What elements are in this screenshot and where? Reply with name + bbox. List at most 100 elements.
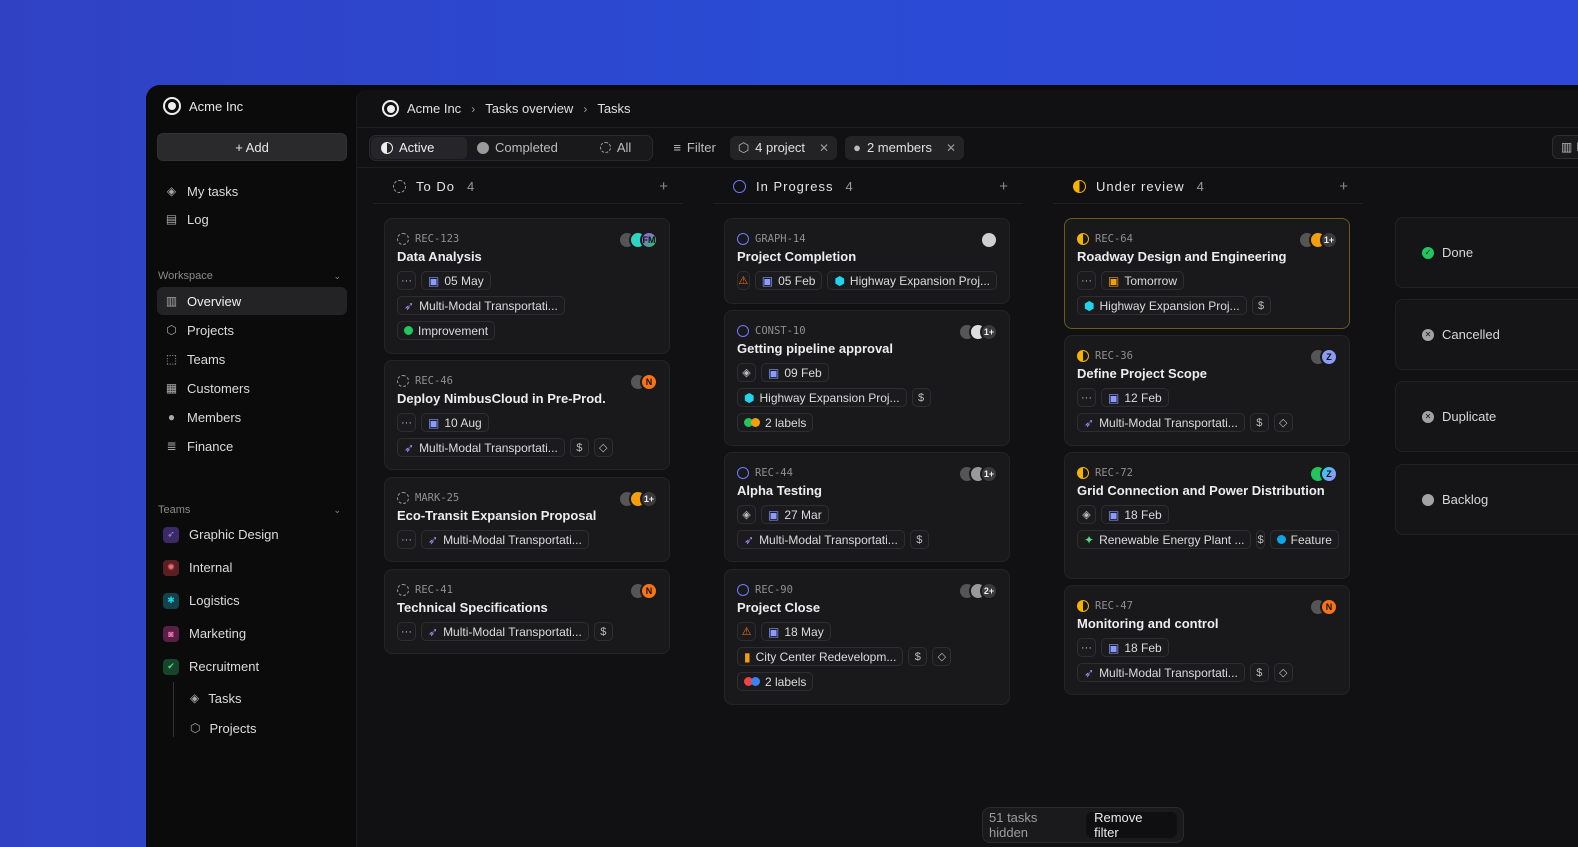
assignees[interactable]: [980, 231, 998, 249]
task-card[interactable]: REC-47 Monitoring and control ··· ▣ 18 Fe…: [1064, 585, 1350, 695]
more-icon[interactable]: ···: [1077, 388, 1096, 407]
nav-members[interactable]: ● Members: [157, 403, 347, 431]
project-tag[interactable]: ⬢ Highway Expansion Proj...: [827, 271, 997, 290]
teams-section-header[interactable]: Teams ⌄: [157, 502, 347, 518]
dollar-icon[interactable]: $: [1251, 296, 1271, 315]
due-date-tag[interactable]: ▣ 27 Mar: [761, 505, 829, 524]
labels-tag[interactable]: 2 labels: [737, 672, 814, 691]
status-column-done[interactable]: ✓ Done: [1395, 217, 1578, 288]
project-tag[interactable]: ➶ Multi-Modal Transportati...: [1077, 413, 1245, 432]
dollar-icon[interactable]: $: [911, 388, 931, 407]
nav-customers[interactable]: ▦ Customers: [157, 374, 347, 402]
due-date-tag[interactable]: ▣ 10 Aug: [421, 413, 489, 432]
close-icon[interactable]: ✕: [946, 141, 956, 155]
project-tag[interactable]: ⬢ Highway Expansion Proj...: [1077, 296, 1247, 315]
more-icon[interactable]: ···: [1077, 638, 1096, 657]
dollar-icon[interactable]: $: [909, 530, 929, 549]
task-card[interactable]: MARK-25 Eco-Transit Expansion Proposal ·…: [384, 477, 670, 562]
due-date-tag[interactable]: ▣ 18 Feb: [1101, 638, 1169, 657]
team-marketing[interactable]: ◙ Marketing: [157, 617, 346, 650]
breadcrumb-tasks-overview[interactable]: Tasks overview: [485, 101, 573, 116]
dollar-icon[interactable]: $: [1249, 413, 1269, 432]
task-card[interactable]: REC-36 Define Project Scope ··· ▣ 12 Feb …: [1064, 335, 1350, 446]
project-tag[interactable]: ➶ Multi-Modal Transportati...: [421, 622, 589, 641]
dollar-icon[interactable]: $: [1249, 663, 1269, 682]
filter-chip-members[interactable]: ● 2 members ✕: [845, 135, 965, 160]
add-button[interactable]: + Add: [157, 133, 347, 161]
link-icon[interactable]: ◇: [1273, 663, 1293, 682]
warning-icon[interactable]: ⚠: [737, 271, 750, 290]
assignees[interactable]: 2+: [958, 582, 998, 600]
add-icon[interactable]: +: [999, 178, 1009, 195]
project-tag[interactable]: ➶ Multi-Modal Transportati...: [421, 530, 589, 549]
dollar-icon[interactable]: $: [1256, 530, 1265, 549]
dollar-icon[interactable]: $: [593, 622, 613, 641]
breadcrumb-tasks[interactable]: Tasks: [597, 101, 630, 116]
add-icon[interactable]: +: [659, 178, 669, 195]
due-date-tag[interactable]: ▣ 18 May: [761, 622, 831, 641]
due-date-tag[interactable]: ▣ 05 May: [421, 271, 491, 290]
task-card[interactable]: REC-90 Project Close ⚠ ▣ 18 May ▮ City Cen…: [724, 569, 1010, 705]
nav-my-tasks[interactable]: ◈ My tasks: [157, 177, 347, 205]
warning-icon[interactable]: ⚠: [737, 622, 756, 641]
project-tag[interactable]: ✦ Renewable Energy Plant ...: [1077, 530, 1252, 549]
label-tag[interactable]: Feature: [1269, 530, 1339, 549]
assignees[interactable]: 1+: [958, 323, 998, 341]
task-card[interactable]: GRAPH-14 Project Completion ⚠ ▣ 05 Feb ⬢ H…: [724, 218, 1010, 304]
remove-filter-button[interactable]: Remove filter: [1086, 810, 1177, 840]
workspace-section-header[interactable]: Workspace ⌄: [157, 268, 347, 284]
due-date-tag[interactable]: ▣ 05 Feb: [754, 271, 823, 290]
assignees[interactable]: Z: [1309, 348, 1338, 366]
project-tag[interactable]: ➶ Multi-Modal Transportati...: [397, 438, 565, 457]
nav-projects[interactable]: ⬡ Projects: [157, 316, 347, 344]
due-date-tag[interactable]: ▣ 18 Feb: [1101, 505, 1169, 524]
label-tag[interactable]: Improvement: [397, 321, 496, 340]
tab-active[interactable]: Active: [371, 136, 467, 159]
filter-chip-project[interactable]: ⬡ 4 project ✕: [729, 135, 838, 160]
dollar-icon[interactable]: $: [569, 438, 589, 457]
project-tag[interactable]: ⬢ Highway Expansion Proj...: [737, 388, 907, 407]
due-date-tag[interactable]: ▣ 12 Feb: [1101, 388, 1169, 407]
nav-log[interactable]: ▤ Log: [157, 205, 347, 233]
project-tag[interactable]: ▮ City Center Redevelopm...: [737, 647, 904, 666]
close-icon[interactable]: ✕: [819, 141, 829, 155]
link-icon[interactable]: ◇: [1273, 413, 1293, 432]
labels-tag[interactable]: 2 labels: [737, 413, 814, 432]
assignees[interactable]: N: [629, 582, 658, 600]
recruitment-projects[interactable]: ⬡ Projects: [157, 713, 346, 743]
link-icon[interactable]: ◇: [932, 647, 952, 666]
nav-finance[interactable]: ≣ Finance: [157, 432, 347, 460]
add-icon[interactable]: +: [1339, 178, 1349, 195]
assignees[interactable]: 1+: [958, 465, 998, 483]
task-card[interactable]: CONST-10 Getting pipeline approval ◈ ▣ 09…: [724, 310, 1010, 446]
nav-overview[interactable]: ▥ Overview: [157, 287, 347, 315]
task-card-selected[interactable]: REC-64 Roadway Design and Engineering ··…: [1064, 218, 1350, 329]
assignees[interactable]: 1+: [618, 490, 658, 508]
assignees[interactable]: N: [629, 373, 658, 391]
link-icon[interactable]: ◇: [593, 438, 613, 457]
task-card[interactable]: REC-41 Technical Specifications ··· ➶ Mul…: [384, 569, 670, 654]
task-card[interactable]: REC-123 Data Analysis ··· ▣ 05 May ➶ Multi…: [384, 218, 670, 354]
layers-icon[interactable]: ◈: [1077, 505, 1096, 524]
more-icon[interactable]: ···: [397, 413, 416, 432]
layers-icon[interactable]: ◈: [737, 363, 756, 382]
nav-teams[interactable]: ⬚ Teams: [157, 345, 347, 373]
breadcrumb-root[interactable]: Acme Inc: [407, 101, 461, 116]
assignees[interactable]: FM: [618, 231, 658, 249]
more-icon[interactable]: ···: [1077, 271, 1096, 290]
team-internal[interactable]: ✺ Internal: [157, 551, 346, 584]
recruitment-tasks[interactable]: ◈ Tasks: [157, 683, 346, 713]
more-icon[interactable]: ···: [397, 530, 416, 549]
task-card[interactable]: REC-72 Grid Connection and Power Distrib…: [1064, 452, 1350, 579]
project-tag[interactable]: ➶ Multi-Modal Transportati...: [1077, 663, 1245, 682]
filter-button[interactable]: ≡ Filter: [661, 140, 721, 155]
tab-all[interactable]: All: [570, 137, 651, 159]
team-graphic-design[interactable]: ➶ Graphic Design: [157, 518, 346, 551]
layers-icon[interactable]: ◈: [737, 505, 756, 524]
project-tag[interactable]: ➶ Multi-Modal Transportati...: [737, 530, 905, 549]
due-date-tag[interactable]: ▣ 09 Feb: [761, 363, 829, 382]
assignees[interactable]: Z: [1309, 465, 1338, 483]
team-recruitment[interactable]: ✔ Recruitment: [157, 650, 346, 683]
status-column-duplicate[interactable]: ✕ Duplicate: [1395, 381, 1578, 452]
project-tag[interactable]: ➶ Multi-Modal Transportati...: [397, 296, 565, 315]
